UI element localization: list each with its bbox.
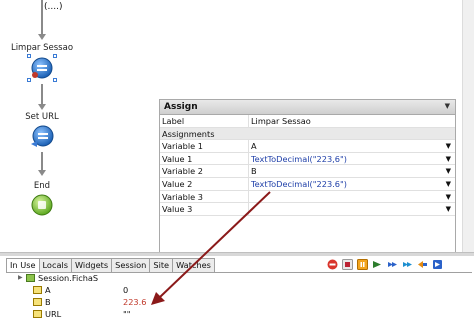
node-label-set-url: Set URL (25, 112, 59, 122)
property-row-variable-3[interactable]: Variable 3 ▼ (160, 190, 455, 204)
pause-icon[interactable] (341, 258, 354, 270)
continue-icon[interactable] (356, 258, 369, 270)
step-into-icon[interactable] (386, 258, 399, 270)
connector-arrow (38, 104, 46, 110)
selection-handle[interactable] (27, 54, 31, 58)
property-value-field[interactable]: TextToDecimal("223.6") ▼ (249, 178, 455, 190)
property-value-field[interactable]: A ▼ (249, 140, 455, 152)
tab-site[interactable]: Site (149, 258, 174, 272)
property-row-value-3[interactable]: Value 3 ▼ (160, 203, 455, 216)
debugger-toolbar (326, 257, 444, 271)
tree-row-url[interactable]: URL "" (6, 309, 472, 319)
property-value: TextToDecimal("223.6") (251, 178, 347, 189)
connector-arrow (38, 170, 46, 176)
property-key: Variable 2 (160, 165, 249, 177)
property-row-variable-1[interactable]: Variable 1 A ▼ (160, 140, 455, 153)
assign-properties-panel: Assign ▼ Label Limpar Sessao Assignments… (159, 99, 456, 254)
property-row-label[interactable]: Label Limpar Sessao (160, 115, 455, 128)
property-section-label: Assignments (162, 128, 215, 139)
variable-icon (33, 310, 42, 318)
end-icon (31, 194, 53, 216)
step-out-icon[interactable] (401, 258, 414, 270)
selection-handle[interactable] (53, 78, 57, 82)
execute-icon (31, 125, 54, 147)
dropdown-arrow-icon[interactable]: ▼ (446, 191, 451, 203)
debugger-tabs: In Use Locals Widgets Session Site Watch… (6, 258, 215, 272)
property-value: A (251, 141, 257, 152)
property-key: Value 3 (160, 203, 249, 215)
property-row-variable-2[interactable]: Variable 2 B ▼ (160, 165, 455, 178)
property-value-field[interactable]: B ▼ (249, 165, 455, 177)
assign-icon (31, 57, 53, 79)
selection-handle[interactable] (27, 78, 31, 82)
tab-watches[interactable]: Watches (172, 258, 215, 272)
property-key: Variable 3 (160, 190, 249, 203)
execute-node[interactable] (29, 124, 55, 150)
connector-line (41, 152, 43, 172)
property-section-assignments: Assignments (160, 127, 455, 141)
assign-node[interactable] (27, 54, 57, 82)
stop-icon[interactable] (326, 258, 339, 270)
connector-arrow (38, 34, 46, 40)
dropdown-arrow-icon[interactable]: ▼ (446, 203, 451, 215)
break-icon[interactable] (431, 258, 444, 270)
property-row-value-1[interactable]: Value 1 TextToDecimal("223,6") ▼ (160, 152, 455, 166)
connector-line (41, 0, 43, 36)
expand-icon[interactable]: ▶ (18, 273, 24, 283)
variables-tree: ▶ Session.FichaS A 0 B 223.6 URL "" (6, 272, 472, 330)
run-to-icon[interactable] (416, 258, 429, 270)
property-value-field[interactable]: ▼ (249, 191, 455, 203)
property-key: Variable 1 (160, 140, 249, 152)
end-node[interactable] (30, 193, 54, 217)
property-value: TextToDecimal("223,6") (251, 153, 347, 164)
variable-icon (33, 298, 42, 306)
variable-name: Session.FichaS (38, 273, 99, 283)
tree-row-a[interactable]: A 0 (6, 285, 472, 295)
selection-handle[interactable] (53, 54, 57, 58)
node-label-end: End (33, 181, 51, 191)
property-value[interactable]: Limpar Sessao (249, 115, 455, 127)
property-key: Value 2 (160, 177, 249, 190)
assign-panel-header[interactable]: Assign ▼ (160, 100, 455, 115)
property-row-value-2[interactable]: Value 2 TextToDecimal("223.6") ▼ (160, 177, 455, 191)
dropdown-arrow-icon[interactable]: ▼ (446, 153, 451, 165)
dropdown-arrow-icon[interactable]: ▼ (446, 178, 451, 190)
assign-panel-title: Assign (164, 102, 198, 112)
dropdown-arrow-icon[interactable]: ▼ (446, 165, 451, 177)
tree-row-b[interactable]: B 223.6 (6, 297, 472, 307)
node-label-limpar-sessao: Limpar Sessao (10, 43, 74, 53)
flow-top-label: (....) (44, 2, 63, 12)
property-value-field[interactable]: TextToDecimal("223,6") ▼ (249, 153, 455, 165)
tab-widgets[interactable]: Widgets (71, 258, 113, 272)
property-key: Value 1 (160, 152, 249, 165)
collapse-icon[interactable]: ▼ (445, 102, 450, 110)
connector-line (41, 84, 43, 106)
screenshot-root: { "flow": { "top_label": "(....)", "node… (0, 0, 474, 330)
debugger-panel: In Use Locals Widgets Session Site Watch… (0, 256, 474, 330)
tab-session[interactable]: Session (111, 258, 151, 272)
dropdown-arrow-icon[interactable]: ▼ (446, 140, 451, 152)
variable-icon (33, 286, 42, 294)
variable-value: "" (123, 309, 131, 319)
variable-name: A (45, 285, 51, 295)
step-over-icon[interactable] (371, 258, 384, 270)
canvas-vertical-scrollbar[interactable] (462, 0, 474, 252)
tab-in-use[interactable]: In Use (6, 258, 40, 272)
variable-value: 223.6 (123, 297, 147, 307)
tab-locals[interactable]: Locals (38, 258, 73, 272)
record-icon (26, 274, 35, 282)
variable-value: 0 (123, 285, 129, 295)
variable-name: B (45, 297, 51, 307)
variable-name: URL (45, 309, 62, 319)
property-key: Label (160, 115, 249, 127)
property-value: B (251, 166, 257, 177)
property-value-field[interactable]: ▼ (249, 203, 455, 215)
tree-row-session[interactable]: ▶ Session.FichaS (6, 273, 472, 283)
